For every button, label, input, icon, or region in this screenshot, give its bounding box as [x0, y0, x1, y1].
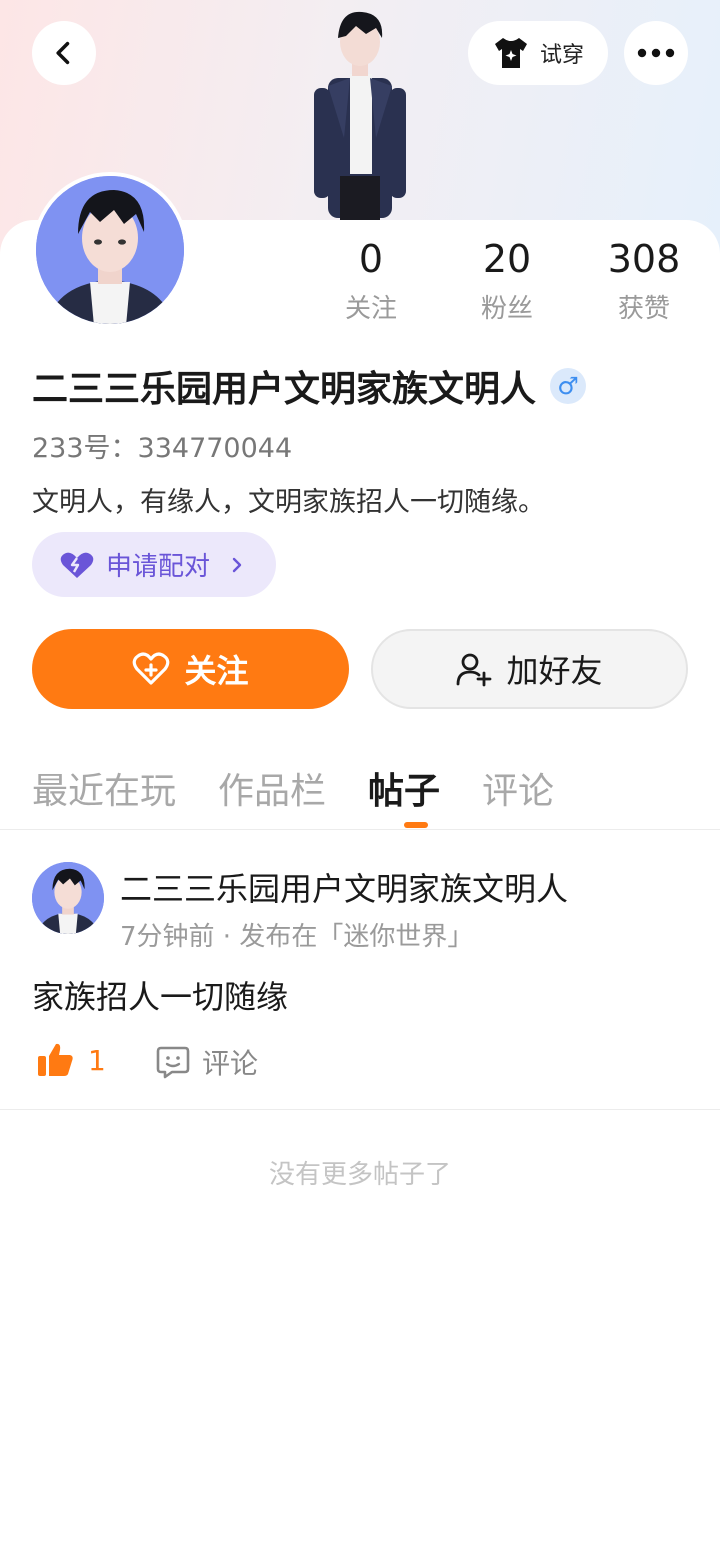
profile-bio: 文明人，有缘人，文明家族招人一切随缘。: [32, 487, 545, 518]
stat-followers-label: 粉丝: [480, 294, 533, 324]
stat-likes[interactable]: 308 获赞: [589, 236, 699, 325]
avatar-portrait: [32, 862, 104, 934]
back-button[interactable]: [32, 21, 96, 85]
post-author-avatar[interactable]: [32, 862, 104, 934]
stat-followers[interactable]: 20 粉丝: [452, 236, 562, 325]
like-button[interactable]: 1: [36, 1042, 106, 1078]
add-friend-label: 加好友: [506, 652, 603, 690]
pair-label: 申请配对: [106, 552, 211, 582]
comment-label: 评论: [202, 1047, 259, 1080]
thumbs-up-icon: [38, 1043, 73, 1076]
tab-comments[interactable]: 评论: [482, 762, 554, 814]
tabs-divider: [0, 829, 720, 830]
post-divider: [0, 1109, 720, 1110]
stat-following-label: 关注: [344, 294, 397, 324]
stat-following[interactable]: 0 关注: [316, 236, 426, 325]
post-content[interactable]: 家族招人一切随缘: [32, 972, 288, 1018]
heart-icon: [60, 552, 94, 578]
no-more-posts-text: 没有更多帖子了: [268, 1160, 451, 1190]
request-pairing-button[interactable]: 申请配对: [32, 532, 276, 597]
add-friend-button[interactable]: 加好友: [371, 629, 688, 709]
stat-following-value: 0: [358, 237, 384, 281]
chevron-left-icon: [56, 41, 70, 65]
comment-icon: [156, 1046, 190, 1079]
avatar-portrait: [36, 176, 184, 324]
follow-button[interactable]: 关注: [32, 629, 349, 709]
more-options-button[interactable]: [624, 21, 688, 85]
profile-avatar[interactable]: [32, 172, 188, 328]
stat-likes-label: 获赞: [617, 294, 670, 324]
follow-label: 关注: [184, 652, 249, 690]
more-dots-icon: [637, 48, 675, 58]
username-text: 二三三乐园用户文明家族文明人: [32, 369, 537, 410]
try-on-button[interactable]: 试穿: [468, 21, 608, 85]
user-id: 233号：334770044: [32, 433, 293, 464]
like-count: 1: [88, 1043, 106, 1077]
add-user-icon: [457, 653, 492, 687]
comment-button[interactable]: 评论: [156, 1042, 258, 1082]
stat-likes-value: 308: [607, 237, 681, 281]
tab-recently-played[interactable]: 最近在玩: [32, 762, 176, 814]
stat-followers-value: 20: [482, 237, 532, 281]
try-on-label: 试穿: [539, 43, 584, 68]
male-gender-icon: ♂: [550, 368, 587, 404]
post-author-name[interactable]: 二三三乐园用户文明家族文明人: [120, 864, 568, 910]
tab-works[interactable]: 作品栏: [218, 762, 326, 814]
avatar-3d-figure[interactable]: [300, 8, 420, 222]
chevron-right-icon: [232, 557, 242, 572]
profile-tabs: 最近在玩 作品栏 帖子 评论: [32, 762, 554, 814]
tab-posts[interactable]: 帖子: [368, 762, 440, 814]
heart-plus-icon: [133, 652, 170, 685]
profile-username: 二三三乐园用户文明家族文明人 ♂: [32, 360, 587, 412]
tshirt-sparkle-icon: [494, 38, 527, 68]
active-tab-indicator: [404, 822, 428, 828]
post-meta: 7分钟前 · 发布在「迷你世界」: [120, 922, 474, 952]
